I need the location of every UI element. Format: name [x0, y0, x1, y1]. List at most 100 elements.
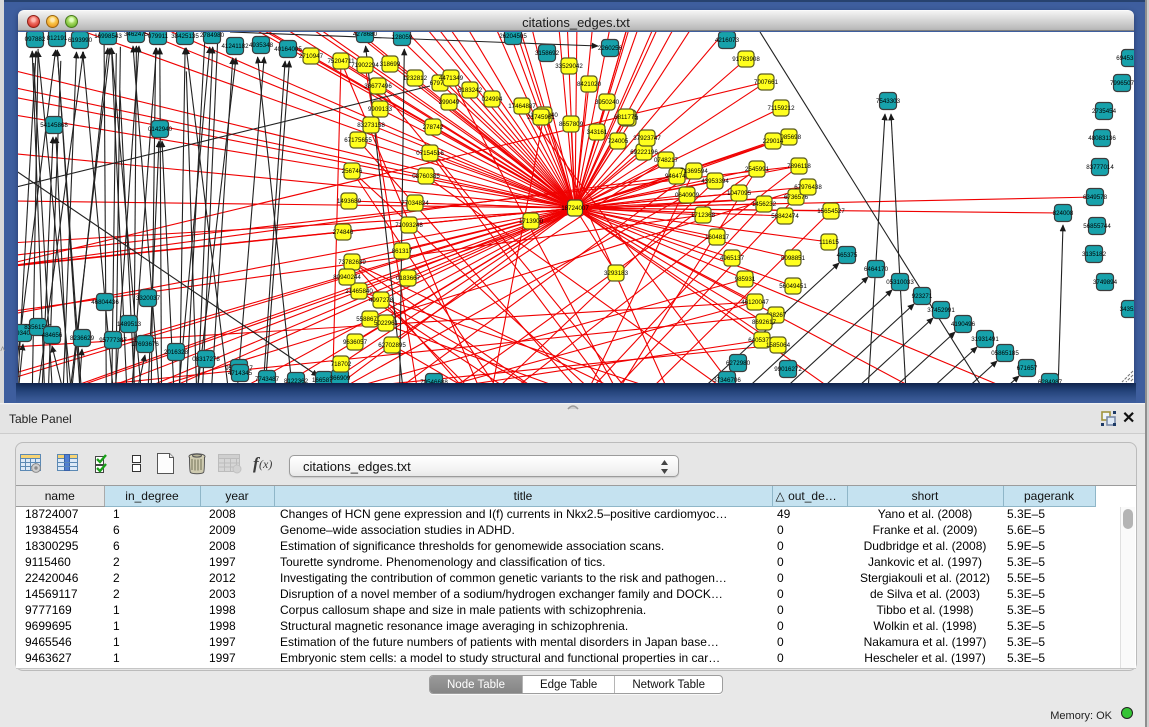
svg-text:71369594: 71369594 [680, 168, 708, 175]
svg-text:48083136: 48083136 [1088, 135, 1116, 142]
svg-text:2260256: 2260256 [598, 45, 623, 52]
svg-text:95777387: 95777387 [99, 337, 127, 344]
svg-text:56049451: 56049451 [779, 283, 807, 290]
svg-text:4997278: 4997278 [369, 297, 394, 304]
svg-text:1489513: 1489513 [117, 321, 142, 328]
svg-text:8236629: 8236629 [70, 335, 95, 342]
svg-text:965569: 965569 [18, 296, 19, 303]
svg-text:318699: 318699 [380, 61, 401, 68]
svg-text:71159212: 71159212 [767, 105, 795, 112]
svg-text:(x): (x) [259, 457, 272, 471]
svg-text:278742: 278742 [423, 124, 444, 131]
svg-text:024994: 024994 [482, 96, 503, 103]
svg-text:08760385: 08760385 [412, 173, 440, 180]
svg-text:1713900: 1713900 [519, 218, 544, 225]
svg-text:079911: 079911 [148, 33, 169, 40]
svg-text:71902294: 71902294 [351, 62, 379, 69]
svg-text:8421020: 8421020 [577, 81, 602, 88]
svg-text:1232812: 1232812 [403, 75, 428, 82]
svg-text:0640909: 0640909 [675, 192, 700, 199]
svg-text:40164005: 40164005 [274, 46, 302, 53]
svg-text:08317278: 08317278 [192, 356, 220, 363]
svg-text:343524: 343524 [1120, 306, 1134, 313]
svg-text:2735454: 2735454 [1092, 108, 1117, 115]
svg-text:21465840: 21465840 [345, 288, 373, 295]
svg-text:8657809: 8657809 [559, 121, 584, 128]
svg-text:1493689: 1493689 [337, 198, 362, 205]
svg-text:097882: 097882 [25, 36, 46, 43]
svg-text:17693676: 17693676 [131, 341, 159, 348]
svg-text:77034824: 77034824 [401, 200, 429, 207]
svg-text:8692617: 8692617 [752, 319, 777, 326]
svg-text:56855744: 56855744 [1083, 223, 1111, 230]
svg-text:229014: 229014 [763, 138, 784, 145]
svg-text:8122362: 8122362 [284, 378, 309, 383]
svg-text:6272980: 6272980 [726, 360, 751, 367]
svg-text:38677496: 38677496 [364, 83, 392, 90]
svg-text:3135182: 3135182 [1082, 251, 1107, 258]
svg-text:9636057: 9636057 [343, 339, 368, 346]
svg-text:31931491: 31931491 [971, 336, 999, 343]
svg-text:0142940: 0142940 [148, 126, 173, 133]
svg-text:3749894: 3749894 [1093, 279, 1118, 286]
svg-text:80940244: 80940244 [333, 274, 361, 281]
svg-text:3293183: 3293183 [604, 270, 629, 277]
svg-text:46120047: 46120047 [741, 299, 769, 306]
svg-text:71093248: 71093248 [395, 222, 423, 229]
svg-text:15654527: 15654527 [817, 208, 845, 215]
svg-text:67175655: 67175655 [344, 137, 372, 144]
svg-text:70546688: 70546688 [420, 379, 448, 383]
svg-text:111615: 111615 [819, 239, 839, 246]
svg-text:366909: 366909 [330, 375, 351, 382]
svg-text:812191: 812191 [47, 35, 68, 42]
svg-text:5022961: 5022961 [374, 320, 399, 327]
svg-text:465375: 465375 [837, 252, 858, 259]
svg-text:824008: 824008 [1053, 210, 1074, 217]
svg-text:923271: 923271 [912, 293, 933, 300]
svg-text:274846: 274846 [333, 229, 354, 236]
svg-text:7543303: 7543303 [876, 98, 901, 105]
svg-text:2784980: 2784980 [200, 32, 225, 39]
svg-text:718702: 718702 [331, 361, 352, 368]
svg-text:05865185: 05865185 [991, 350, 1019, 357]
svg-text:256746: 256746 [342, 168, 363, 175]
svg-text:7996507: 7996507 [1110, 80, 1134, 87]
svg-text:73782639: 73782639 [338, 259, 366, 266]
svg-text:3950240: 3950240 [595, 99, 620, 106]
svg-text:2016328: 2016328 [164, 349, 189, 356]
svg-text:0183667: 0183667 [396, 275, 421, 282]
svg-text:3320037: 3320037 [136, 295, 161, 302]
svg-text:6811775: 6811775 [614, 114, 638, 121]
svg-text:7896118: 7896118 [787, 163, 811, 170]
svg-text:4216073: 4216073 [715, 37, 740, 44]
svg-text:17464887: 17464887 [508, 103, 536, 110]
svg-text:67976438: 67976438 [794, 184, 822, 191]
svg-text:6284987: 6284987 [1038, 379, 1063, 383]
svg-text:54145868: 54145868 [40, 122, 68, 129]
svg-text:38425135: 38425135 [171, 33, 199, 40]
svg-text:43953394: 43953394 [701, 178, 729, 185]
svg-text:4471349: 4471349 [439, 75, 464, 82]
svg-text:128059: 128059 [392, 34, 413, 41]
svg-text:62702895: 62702895 [378, 342, 406, 349]
svg-text:37452991: 37452991 [927, 307, 955, 314]
svg-text:1456232: 1456232 [752, 201, 777, 208]
svg-text:33529042: 33529042 [555, 63, 583, 70]
svg-text:4278680: 4278680 [353, 32, 378, 38]
svg-text:7007661: 7007661 [754, 79, 779, 86]
svg-text:6193990: 6193990 [68, 37, 93, 44]
svg-text:69222196: 69222196 [630, 149, 658, 156]
svg-text:8098851: 8098851 [781, 255, 806, 262]
svg-text:6349578: 6349578 [1083, 194, 1108, 201]
svg-text:671657: 671657 [1017, 365, 1038, 372]
svg-text:26204505: 26204505 [499, 33, 527, 40]
svg-text:4935348: 4935348 [249, 42, 274, 49]
svg-text:0748217: 0748217 [654, 157, 679, 164]
svg-text:83273158: 83273158 [357, 122, 385, 129]
svg-text:91783908: 91783908 [732, 56, 760, 63]
svg-text:16998543: 16998543 [94, 33, 122, 40]
svg-text:37346706: 37346706 [713, 377, 741, 383]
svg-text:484656: 484656 [42, 332, 63, 339]
svg-text:05310033: 05310033 [886, 279, 914, 286]
svg-text:37923747: 37923747 [633, 135, 661, 142]
